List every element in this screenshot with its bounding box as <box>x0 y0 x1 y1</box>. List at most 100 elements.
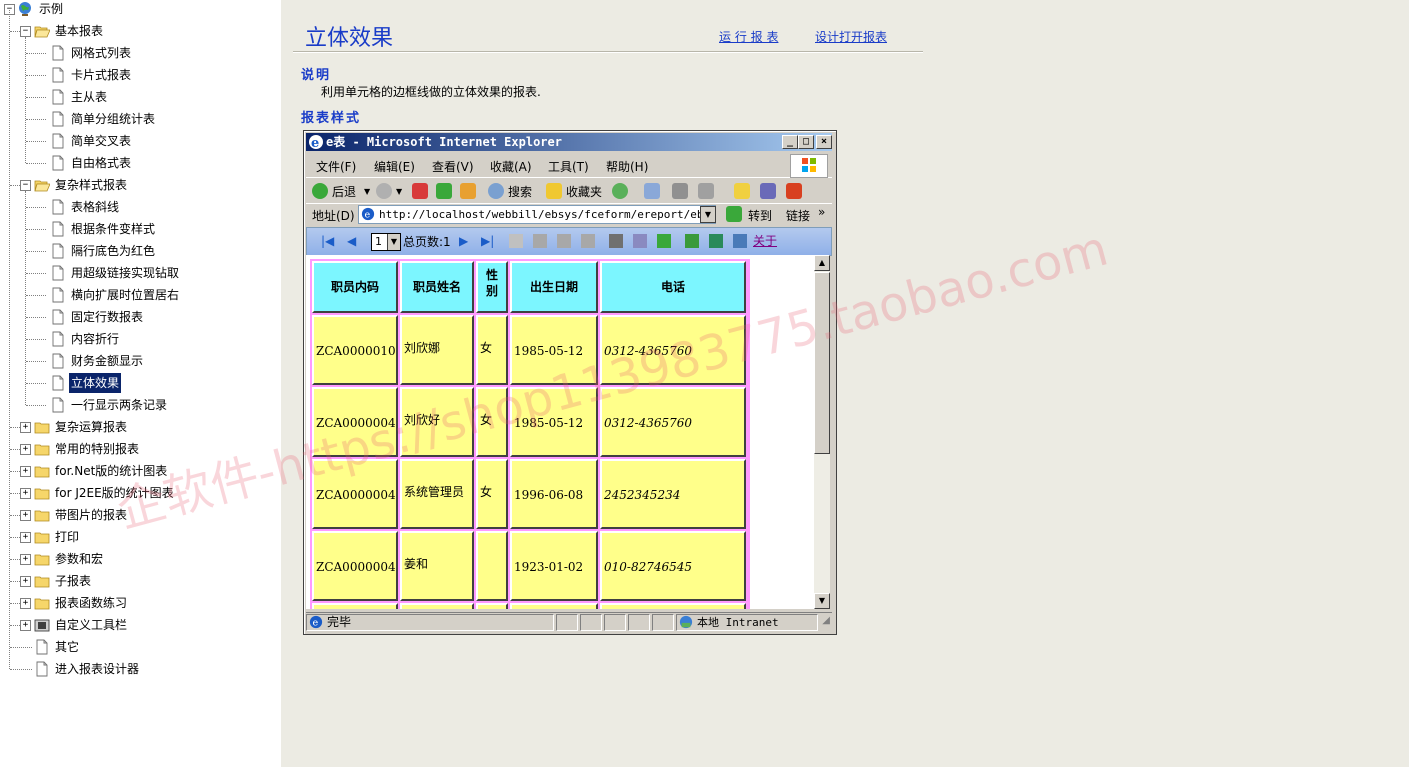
windows-logo-icon <box>790 154 828 178</box>
tree-item[interactable]: 隔行底色为红色 <box>36 241 276 261</box>
tree-root[interactable]: − 示例 <box>4 0 204 19</box>
print-setup-icon[interactable] <box>557 234 571 248</box>
about-link[interactable]: 关于 <box>753 232 777 249</box>
tree-item[interactable]: 简单交叉表 <box>36 131 276 151</box>
preview-icon[interactable] <box>509 234 523 248</box>
expand-icon[interactable]: + <box>20 466 31 477</box>
tree-item[interactable]: 主从表 <box>36 87 276 107</box>
collapse-icon[interactable]: − <box>20 180 31 191</box>
messenger-icon[interactable] <box>760 183 776 199</box>
tree-item[interactable]: 固定行数报表 <box>36 307 276 327</box>
tree-item[interactable]: 根据条件变样式 <box>36 219 276 239</box>
home-icon[interactable] <box>460 183 476 199</box>
design-report-link[interactable]: 设计打开报表 <box>815 28 887 45</box>
tree-item[interactable]: 进入报表设计器 <box>20 659 260 679</box>
menu-view[interactable]: 查看(V) <box>432 158 474 175</box>
next-page-icon[interactable]: ▶ <box>459 234 473 248</box>
cell-text: 0312-4365760 <box>604 416 693 430</box>
tree-item[interactable]: 内容折行 <box>36 329 276 349</box>
search-button[interactable]: 搜索 <box>508 183 532 200</box>
print-icon[interactable] <box>672 183 688 199</box>
resize-grip-icon[interactable]: ◢ <box>822 615 830 626</box>
favorites-button[interactable]: 收藏夹 <box>566 183 602 200</box>
refresh-report-icon[interactable] <box>657 234 671 248</box>
back-dropdown-icon[interactable]: ▼ <box>364 187 370 196</box>
export-excel-icon[interactable] <box>685 234 699 248</box>
print-icon[interactable] <box>533 234 547 248</box>
print-range-icon[interactable] <box>581 234 595 248</box>
prev-page-icon[interactable]: ◀ <box>347 234 361 248</box>
tree-folder[interactable]: − 基本报表 <box>20 21 260 41</box>
tree-folder[interactable]: − 复杂样式报表 <box>20 175 260 195</box>
ie-titlebar[interactable]: e e表 - Microsoft Internet Explorer _ □ × <box>306 133 832 151</box>
expand-icon[interactable]: + <box>20 576 31 587</box>
tree-item[interactable]: 用超级链接实现钻取 <box>36 263 276 283</box>
tree-folder[interactable]: + 自定义工具栏 <box>20 615 260 635</box>
menu-file[interactable]: 文件(F) <box>316 158 356 175</box>
save-icon[interactable] <box>633 234 647 248</box>
scroll-up-icon[interactable]: ▲ <box>814 255 830 271</box>
tree-item[interactable]: 其它 <box>20 637 260 657</box>
menu-help[interactable]: 帮助(H) <box>606 158 648 175</box>
forward-icon[interactable] <box>376 183 392 199</box>
go-icon[interactable] <box>726 206 742 222</box>
tree-item[interactable]: 表格斜线 <box>36 197 276 217</box>
expand-icon[interactable]: + <box>20 510 31 521</box>
tree-item[interactable]: 简单分组统计表 <box>36 109 276 129</box>
expand-icon[interactable]: + <box>20 532 31 543</box>
links-button[interactable]: 链接 <box>786 207 810 224</box>
discuss-icon[interactable] <box>734 183 750 199</box>
export-pdf-icon[interactable] <box>733 234 747 248</box>
find-icon[interactable] <box>609 234 623 248</box>
expand-icon[interactable]: + <box>20 444 31 455</box>
forward-dropdown-icon[interactable]: ▼ <box>396 187 402 196</box>
tree-folder[interactable]: + 报表函数练习 <box>20 593 260 613</box>
address-input[interactable]: e http://localhost/webbill/ebsys/fceform… <box>358 205 716 224</box>
maximize-icon[interactable]: □ <box>798 135 814 149</box>
minimize-icon[interactable]: _ <box>782 135 798 149</box>
close-icon[interactable]: × <box>816 135 832 149</box>
tree-item-label: 内容折行 <box>71 332 120 346</box>
go-button[interactable]: 转到 <box>748 207 772 224</box>
expand-icon[interactable]: + <box>20 554 31 565</box>
menu-tools[interactable]: 工具(T) <box>548 158 589 175</box>
menu-favorites[interactable]: 收藏(A) <box>490 158 532 175</box>
history-icon[interactable] <box>612 183 628 199</box>
menu-edit[interactable]: 编辑(E) <box>374 158 415 175</box>
tree-item[interactable]: 自由格式表 <box>36 153 276 173</box>
first-page-icon[interactable]: |◀ <box>321 234 335 248</box>
mail-icon[interactable] <box>644 183 660 199</box>
cell-text: 刘欣娜 <box>404 341 441 355</box>
export-excel-all-icon[interactable] <box>709 234 723 248</box>
expand-icon[interactable]: + <box>20 422 31 433</box>
research-icon[interactable] <box>786 183 802 199</box>
page-select[interactable]: 1 ▼ <box>371 233 401 251</box>
last-page-icon[interactable]: ▶| <box>481 234 495 248</box>
refresh-icon[interactable] <box>436 183 452 199</box>
favorites-icon[interactable] <box>546 183 562 199</box>
tree-item-label: 立体效果 <box>69 373 122 393</box>
cell-text: 职员内码 <box>330 280 379 294</box>
tree-item[interactable]: 网格式列表 <box>36 43 276 63</box>
tree-folder[interactable]: + 参数和宏 <box>20 549 260 569</box>
chevron-right-icon[interactable]: » <box>818 205 825 219</box>
run-report-link[interactable]: 运 行 报 表 <box>719 28 778 45</box>
expand-icon[interactable]: + <box>20 620 31 631</box>
expand-icon[interactable]: + <box>20 598 31 609</box>
tree-item[interactable]: 一行显示两条记录 <box>36 395 276 415</box>
back-button[interactable]: 后退 <box>332 183 356 200</box>
tree-item[interactable]: 财务金额显示 <box>36 351 276 371</box>
collapse-icon[interactable]: − <box>20 26 31 37</box>
search-icon[interactable] <box>488 183 504 199</box>
expand-icon[interactable]: + <box>20 488 31 499</box>
tree-item[interactable]: 横向扩展时位置居右 <box>36 285 276 305</box>
tree-item[interactable]: 卡片式报表 <box>36 65 276 85</box>
tree-folder[interactable]: + 子报表 <box>20 571 260 591</box>
back-icon[interactable] <box>312 183 328 199</box>
stop-icon[interactable] <box>412 183 428 199</box>
tree-item[interactable]: 立体效果 <box>36 373 276 393</box>
scroll-down-icon[interactable]: ▼ <box>814 593 830 609</box>
tree-folder[interactable]: + 复杂运算报表 <box>20 417 260 437</box>
edit-icon[interactable] <box>698 183 714 199</box>
address-dropdown-icon[interactable]: ▼ <box>700 206 716 223</box>
